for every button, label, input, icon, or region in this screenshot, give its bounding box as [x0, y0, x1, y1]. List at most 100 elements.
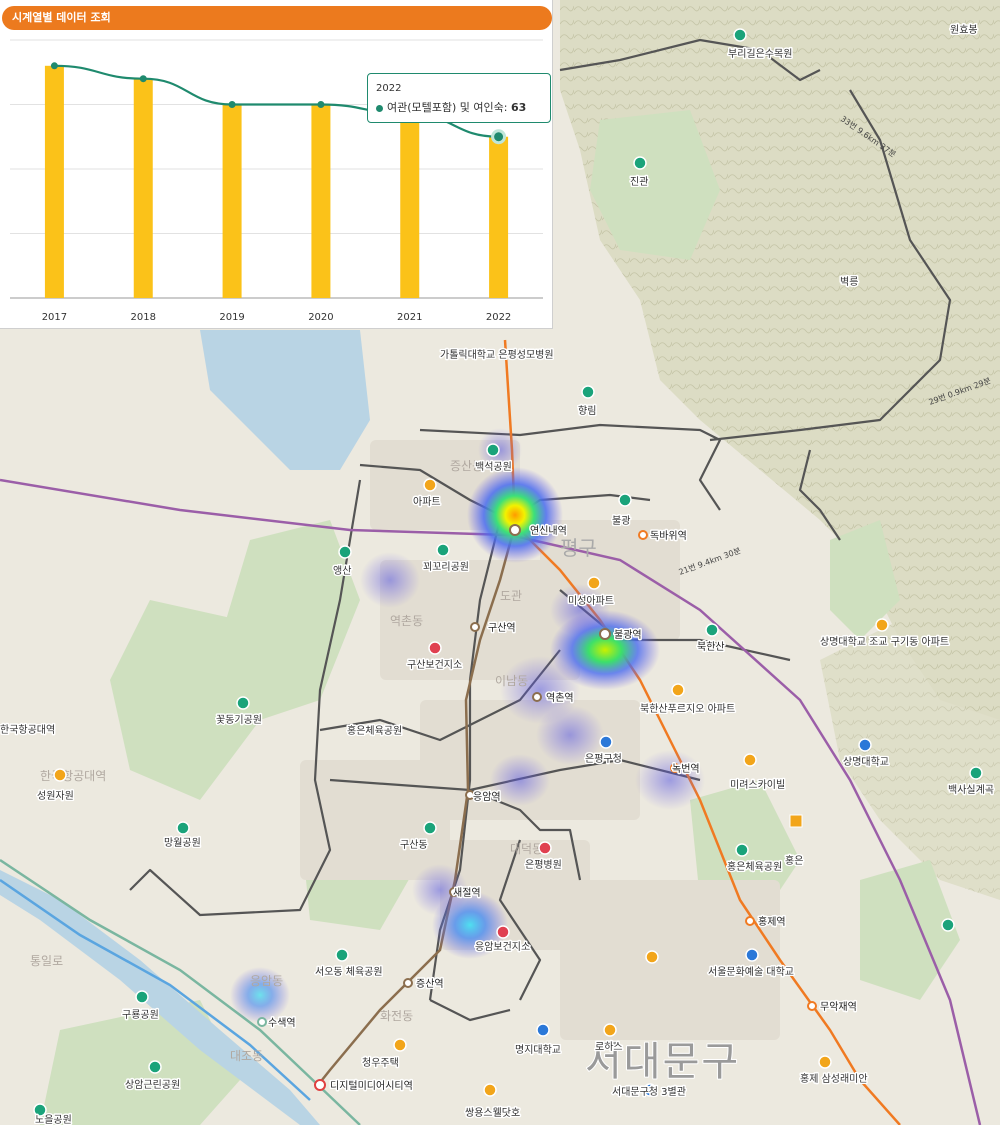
- station-marker-jeungsan[interactable]: [403, 978, 413, 988]
- area-label-gusan: 역촌동: [390, 614, 423, 628]
- park-marker-hyangdong[interactable]: [176, 821, 190, 835]
- station-marker-dokbawi[interactable]: [638, 530, 648, 540]
- place-label-myongji: 명지대학교: [515, 1044, 561, 1056]
- place-label-sinsa: 구산동: [400, 839, 428, 851]
- station-marker-hongje[interactable]: [745, 916, 755, 926]
- park-marker-bukhansan[interactable]: [705, 623, 719, 637]
- apartment-marker-ssangyong[interactable]: [483, 1083, 497, 1097]
- place-label-seodaemun-office: 서대문구청 3별관: [612, 1086, 686, 1098]
- place-label-eunpyeong-office: 은평구청: [585, 753, 622, 765]
- place-label-seongwon: 성원자원: [37, 790, 74, 802]
- station-marker-muakjae[interactable]: [807, 1001, 817, 1011]
- tooltip-row: 여관(모텔포함) 및 여인숙: 63: [376, 99, 526, 115]
- chart-bar-2022: [489, 136, 509, 298]
- station-marker-yeonsinnae[interactable]: [509, 524, 521, 536]
- station-label-yeokchon: 역촌역: [546, 692, 574, 704]
- park-marker-sangam[interactable]: [148, 1060, 162, 1074]
- chart-point-2017[interactable]: [50, 62, 58, 70]
- apartment-marker-hwalta[interactable]: [645, 950, 659, 964]
- chart-point-2022[interactable]: [491, 129, 507, 145]
- station-marker-dmc[interactable]: [314, 1079, 326, 1091]
- chart-point-2020[interactable]: [317, 101, 325, 108]
- chart-x-ticks: 2017 2018 2019 2020 2021 2022: [42, 312, 512, 323]
- park-marker-hyangnim[interactable]: [581, 385, 595, 399]
- place-label-wonhyobong: 원효봉: [950, 24, 978, 36]
- chart-bar-2018: [133, 78, 153, 298]
- place-label-ggoekkori: 꾀꼬리공원: [423, 561, 469, 573]
- place-label-ssangyong: 쌍용스웰닷호: [465, 1107, 520, 1119]
- chart-point-2018[interactable]: [139, 75, 147, 83]
- park-marker-seoodong[interactable]: [335, 948, 349, 962]
- place-label-eunpyeong-hospital: 은평병원: [525, 859, 562, 871]
- station-label-dmc: 디지털미디어시티역: [330, 1080, 413, 1092]
- park-marker-hongeun[interactable]: [735, 843, 749, 857]
- x-tick-label: 2018: [131, 312, 156, 323]
- x-tick-label: 2017: [42, 312, 67, 323]
- x-tick-label: 2021: [397, 312, 422, 323]
- station-label-yeonsinnae: 연신내역: [530, 525, 567, 537]
- park-marker-baeksasil[interactable]: [969, 766, 983, 780]
- place-label-baekseok: 백석공원: [475, 461, 512, 473]
- place-label-prugio: 북한산푸르지오 아파트: [640, 703, 735, 715]
- station-marker-gusan[interactable]: [470, 622, 480, 632]
- apartment-marker-miryeo[interactable]: [743, 753, 757, 767]
- university-marker-seoularts[interactable]: [745, 948, 759, 962]
- government-marker-eunpyeong[interactable]: [599, 735, 613, 749]
- university-marker-sangmyung[interactable]: [858, 738, 872, 752]
- park-marker-arboretum[interactable]: [733, 28, 747, 42]
- place-label-bulgwang: 불광: [612, 515, 630, 527]
- hospital-marker-eunpyeong[interactable]: [538, 841, 552, 855]
- chart-point-2019[interactable]: [228, 101, 236, 108]
- park-marker-jingwan[interactable]: [633, 156, 647, 170]
- x-tick-label: 2022: [486, 312, 511, 323]
- apartment-marker-miseong[interactable]: [587, 576, 601, 590]
- place-label-cheongu: 청우주택: [362, 1057, 399, 1069]
- place-label-baeksasil: 백사실계곡: [948, 784, 994, 796]
- place-label-dogwan: 홍은체육공원: [347, 724, 402, 737]
- place-label-seoodong: 서오동 체육공원: [315, 966, 383, 978]
- apartment-marker-rohas[interactable]: [603, 1023, 617, 1037]
- place-label-hospital: 가톨릭대학교 은평성모병원: [440, 349, 554, 361]
- station-label-susaek: 수색역: [268, 1017, 296, 1029]
- apartment-marker-hongje[interactable]: [818, 1055, 832, 1069]
- place-label-hongeun-sports: 홍은체육공원: [727, 860, 782, 873]
- place-label-apartment: 아파트: [413, 496, 441, 508]
- place-label-jingwan: 진관: [630, 176, 648, 188]
- apartment-marker-prugio[interactable]: [671, 683, 685, 697]
- health-center-marker-gusan[interactable]: [428, 641, 442, 655]
- ic-marker-hongeun[interactable]: [789, 814, 803, 828]
- apartment-marker-1[interactable]: [423, 478, 437, 492]
- apartment-marker-cheongu[interactable]: [393, 1038, 407, 1052]
- apartment-marker-sangmyung[interactable]: [875, 618, 889, 632]
- area-label-eungam: 대덕동: [510, 842, 543, 856]
- place-label-aerospace: 한국항공대역: [0, 724, 55, 736]
- place-label-noeul: 노을공원: [35, 1114, 72, 1125]
- park-marker-baekseok[interactable]: [486, 443, 500, 457]
- park-marker-sinsa[interactable]: [423, 821, 437, 835]
- place-label-mangwol: 망월공원: [164, 837, 201, 849]
- place-label-sangmyung: 상명대학교: [843, 756, 889, 768]
- park-marker-ggoekkori[interactable]: [436, 543, 450, 557]
- station-label-nokbeon: 녹번역: [672, 763, 700, 775]
- park-marker-bulgwang[interactable]: [618, 493, 632, 507]
- park-marker-east[interactable]: [941, 918, 955, 932]
- park-marker-guryong[interactable]: [135, 990, 149, 1004]
- chart-bar-2019: [222, 104, 242, 298]
- station-label-eungam: 응암역: [473, 791, 501, 803]
- facility-marker-seongwon[interactable]: [53, 768, 67, 782]
- university-marker-myongji[interactable]: [536, 1023, 550, 1037]
- chart-tooltip: 2022 여관(모텔포함) 및 여인숙: 63: [367, 73, 551, 123]
- place-label-rohas: 로하스: [595, 1040, 623, 1053]
- park-marker-kkotdonggi[interactable]: [236, 696, 250, 710]
- station-marker-bulgwang[interactable]: [599, 628, 611, 640]
- place-label-sangmyung-apt: 상명대학교 조교 구기동 아파트: [820, 636, 949, 648]
- place-label-eungam-health: 응암보건지소: [475, 941, 530, 953]
- station-marker-susaek[interactable]: [257, 1017, 267, 1027]
- area-label-hwajeon: 한국항공대역: [40, 769, 106, 783]
- place-label-hongeun: 홍은: [785, 854, 803, 867]
- tooltip-year: 2022: [376, 83, 402, 94]
- station-marker-yeokchon[interactable]: [532, 692, 542, 702]
- health-center-marker-eungam[interactable]: [496, 925, 510, 939]
- station-label-dokbawi: 독바위역: [650, 529, 687, 542]
- park-marker-aengsan[interactable]: [338, 545, 352, 559]
